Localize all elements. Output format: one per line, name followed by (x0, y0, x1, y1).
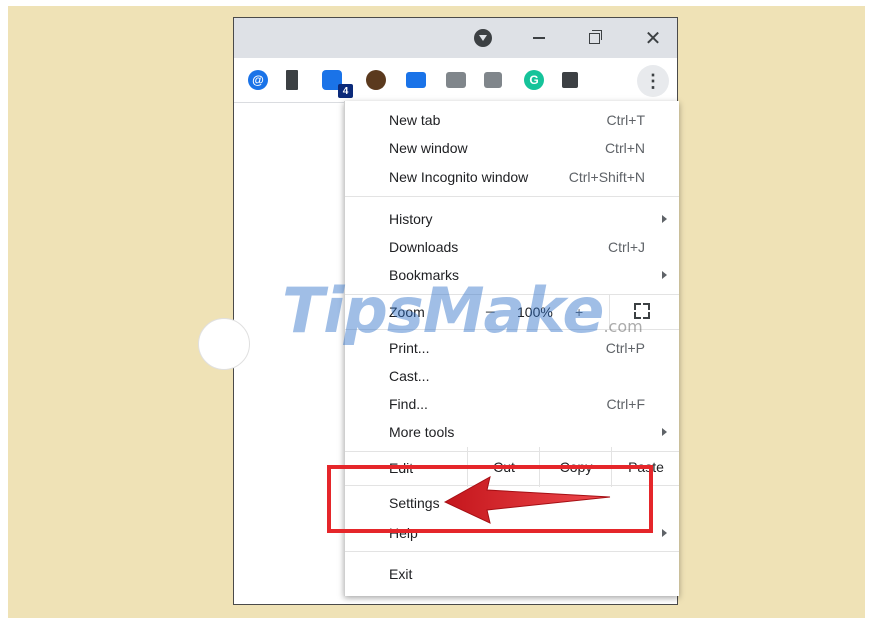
camera-extension-icon[interactable] (446, 72, 466, 88)
menu-item-history[interactable]: History (345, 206, 679, 232)
bookmark-extension-icon[interactable] (286, 70, 298, 90)
grammarly-extension-icon[interactable]: G (524, 70, 544, 90)
minimize-button[interactable] (524, 18, 554, 58)
extensions-toolbar: @ 4 G ⋮ (234, 58, 677, 103)
menu-separator (345, 196, 679, 197)
man-face-extension-icon[interactable] (366, 70, 386, 90)
menu-item-find[interactable]: Find... Ctrl+F (345, 391, 679, 417)
extension-badge: 4 (338, 84, 353, 98)
submenu-arrow-icon (662, 215, 667, 223)
title-bar: ✕ (234, 18, 677, 58)
menu-item-new-tab[interactable]: New tab Ctrl+T (345, 107, 679, 133)
puzzle-extension-icon[interactable] (562, 72, 578, 88)
chrome-profile-icon[interactable] (474, 29, 492, 47)
chrome-menu-button[interactable]: ⋮ (637, 65, 669, 97)
at-sign-extension-icon[interactable]: @ (248, 70, 268, 90)
menu-separator (345, 551, 679, 552)
menu-item-new-window[interactable]: New window Ctrl+N (345, 135, 679, 161)
submenu-arrow-icon (662, 271, 667, 279)
menu-item-cast[interactable]: Cast... (345, 363, 679, 389)
menu-item-new-incognito-window[interactable]: New Incognito window Ctrl+Shift+N (345, 164, 679, 190)
submenu-arrow-icon (662, 428, 667, 436)
restore-button[interactable] (579, 18, 609, 58)
close-button[interactable]: ✕ (638, 18, 668, 58)
submenu-arrow-icon (662, 529, 667, 537)
menu-item-more-tools[interactable]: More tools (345, 419, 679, 445)
settings-highlight-box (327, 465, 653, 533)
menu-item-exit[interactable]: Exit (345, 561, 679, 587)
screen-extension-icon[interactable] (484, 72, 502, 88)
slides-extension-icon[interactable] (406, 72, 426, 88)
menu-item-downloads[interactable]: Downloads Ctrl+J (345, 234, 679, 260)
page-content-circle (198, 318, 250, 370)
watermark: TipsMake.com (282, 274, 643, 347)
